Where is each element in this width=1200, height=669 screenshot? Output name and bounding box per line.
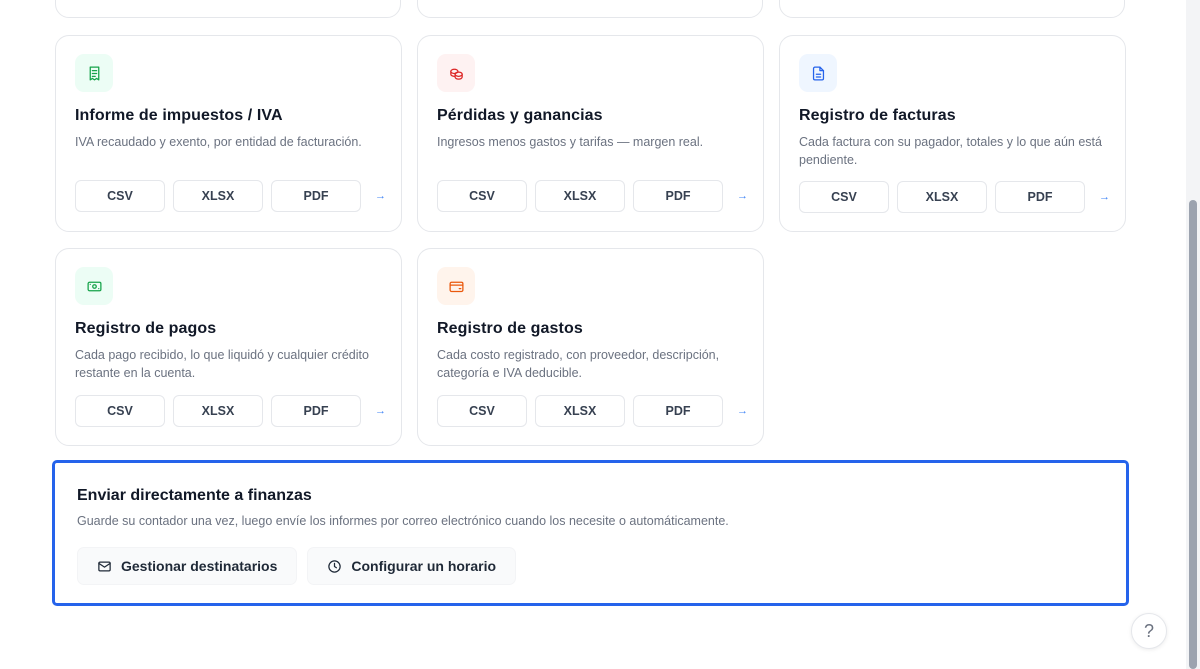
export-pdf-button[interactable]: PDF (633, 395, 723, 427)
report-card-payments: Registro de pagos Cada pago recibido, lo… (55, 248, 402, 446)
export-csv-button[interactable]: CSV (75, 395, 165, 427)
scrollbar-thumb[interactable] (1189, 200, 1197, 669)
arrow-right-icon[interactable]: → (737, 405, 748, 417)
export-pdf-button[interactable]: PDF (271, 180, 361, 212)
export-buttons: CSV XLSX PDF → (75, 395, 386, 427)
receipt-icon (75, 54, 113, 92)
manage-recipients-button[interactable]: Gestionar destinatarios (77, 547, 298, 585)
export-xlsx-button[interactable]: XLSX (173, 395, 263, 427)
send-description: Guarde su contador una vez, luego envíe … (77, 514, 729, 528)
send-to-finance-panel: Enviar directamente a finanzas Guarde su… (52, 460, 1129, 606)
report-card-expenses: Registro de gastos Cada costo registrado… (417, 248, 764, 446)
export-xlsx-button[interactable]: XLSX (173, 180, 263, 212)
report-title: Registro de gastos (437, 320, 583, 337)
export-csv-button[interactable]: CSV (75, 180, 165, 212)
report-card-partial (55, 0, 401, 18)
clock-icon (328, 559, 342, 573)
report-card-invoices: Registro de facturas Cada factura con su… (779, 35, 1126, 232)
report-description: IVA recaudado y exento, por entidad de f… (75, 135, 362, 149)
send-title: Enviar directamente a finanzas (77, 487, 312, 504)
arrow-right-icon[interactable]: → (1099, 191, 1110, 203)
export-xlsx-button[interactable]: XLSX (535, 180, 625, 212)
export-csv-button[interactable]: CSV (799, 181, 889, 213)
export-buttons: CSV XLSX PDF → (799, 181, 1110, 213)
help-button[interactable]: ? (1131, 613, 1167, 649)
invoice-icon (799, 54, 837, 92)
report-description: Cada costo registrado, con proveedor, de… (437, 348, 720, 380)
report-title: Pérdidas y ganancias (437, 107, 603, 124)
banknote-icon (75, 267, 113, 305)
wallet-icon (437, 267, 475, 305)
export-xlsx-button[interactable]: XLSX (897, 181, 987, 213)
report-title: Registro de facturas (799, 107, 956, 124)
report-card-profit-loss: Pérdidas y ganancias Ingresos menos gast… (417, 35, 764, 232)
arrow-right-icon[interactable]: → (375, 405, 386, 417)
export-pdf-button[interactable]: PDF (271, 395, 361, 427)
mail-icon (98, 561, 111, 571)
send-actions: Gestionar destinatarios Configurar un ho… (77, 547, 526, 585)
reports-page: Informe de impuestos / IVA IVA recaudado… (0, 0, 1186, 669)
export-buttons: CSV XLSX PDF → (75, 180, 386, 212)
report-card-partial (417, 0, 763, 18)
configure-schedule-button[interactable]: Configurar un horario (307, 547, 517, 585)
export-csv-button[interactable]: CSV (437, 180, 527, 212)
export-buttons: CSV XLSX PDF → (437, 180, 748, 212)
export-xlsx-button[interactable]: XLSX (535, 395, 625, 427)
coins-icon (437, 54, 475, 92)
report-description: Ingresos menos gastos y tarifas — margen… (437, 135, 704, 149)
export-pdf-button[interactable]: PDF (633, 180, 723, 212)
report-description: Cada pago recibido, lo que liquidó y cua… (75, 348, 369, 380)
report-card-partial (779, 0, 1125, 18)
report-card-tax-vat: Informe de impuestos / IVA IVA recaudado… (55, 35, 402, 232)
configure-schedule-label: Configurar un horario (351, 558, 497, 574)
report-title: Informe de impuestos / IVA (75, 107, 283, 124)
export-csv-button[interactable]: CSV (437, 395, 527, 427)
report-title: Registro de pagos (75, 320, 217, 337)
export-pdf-button[interactable]: PDF (995, 181, 1085, 213)
export-buttons: CSV XLSX PDF → (437, 395, 748, 427)
report-description: Cada factura con su pagador, totales y l… (799, 135, 1102, 167)
arrow-right-icon[interactable]: → (375, 190, 386, 202)
help-icon: ? (1143, 620, 1154, 641)
arrow-right-icon[interactable]: → (737, 190, 748, 202)
manage-recipients-label: Gestionar destinatarios (121, 558, 278, 574)
